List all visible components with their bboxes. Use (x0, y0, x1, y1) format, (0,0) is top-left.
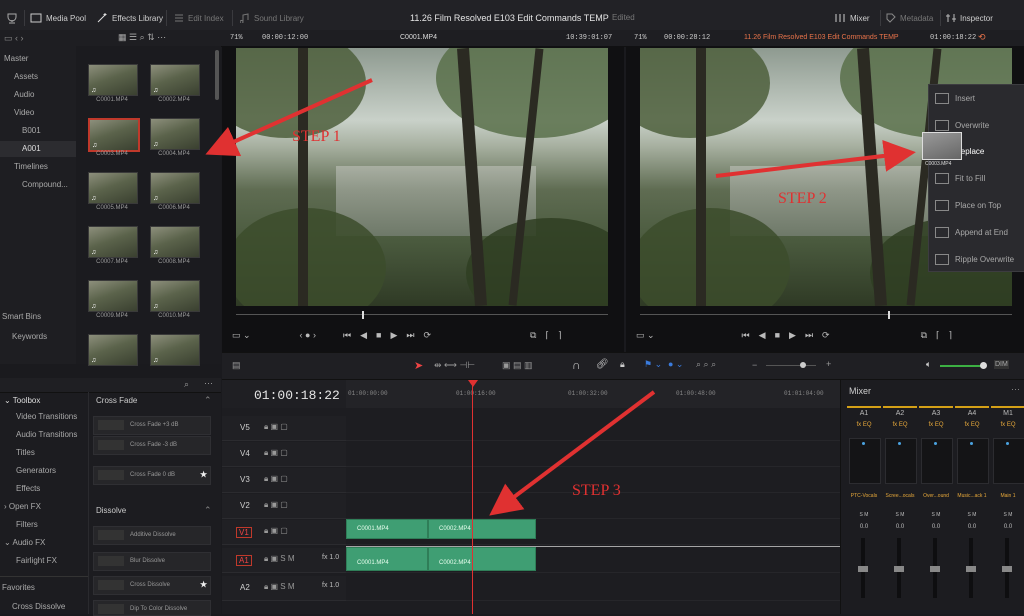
step2-arrow (715, 140, 916, 178)
annotation-arrows (205, 78, 916, 516)
step1-label: STEP 1 (292, 128, 341, 145)
step3-label: STEP 3 (572, 482, 621, 499)
step2-label: STEP 2 (778, 190, 827, 207)
